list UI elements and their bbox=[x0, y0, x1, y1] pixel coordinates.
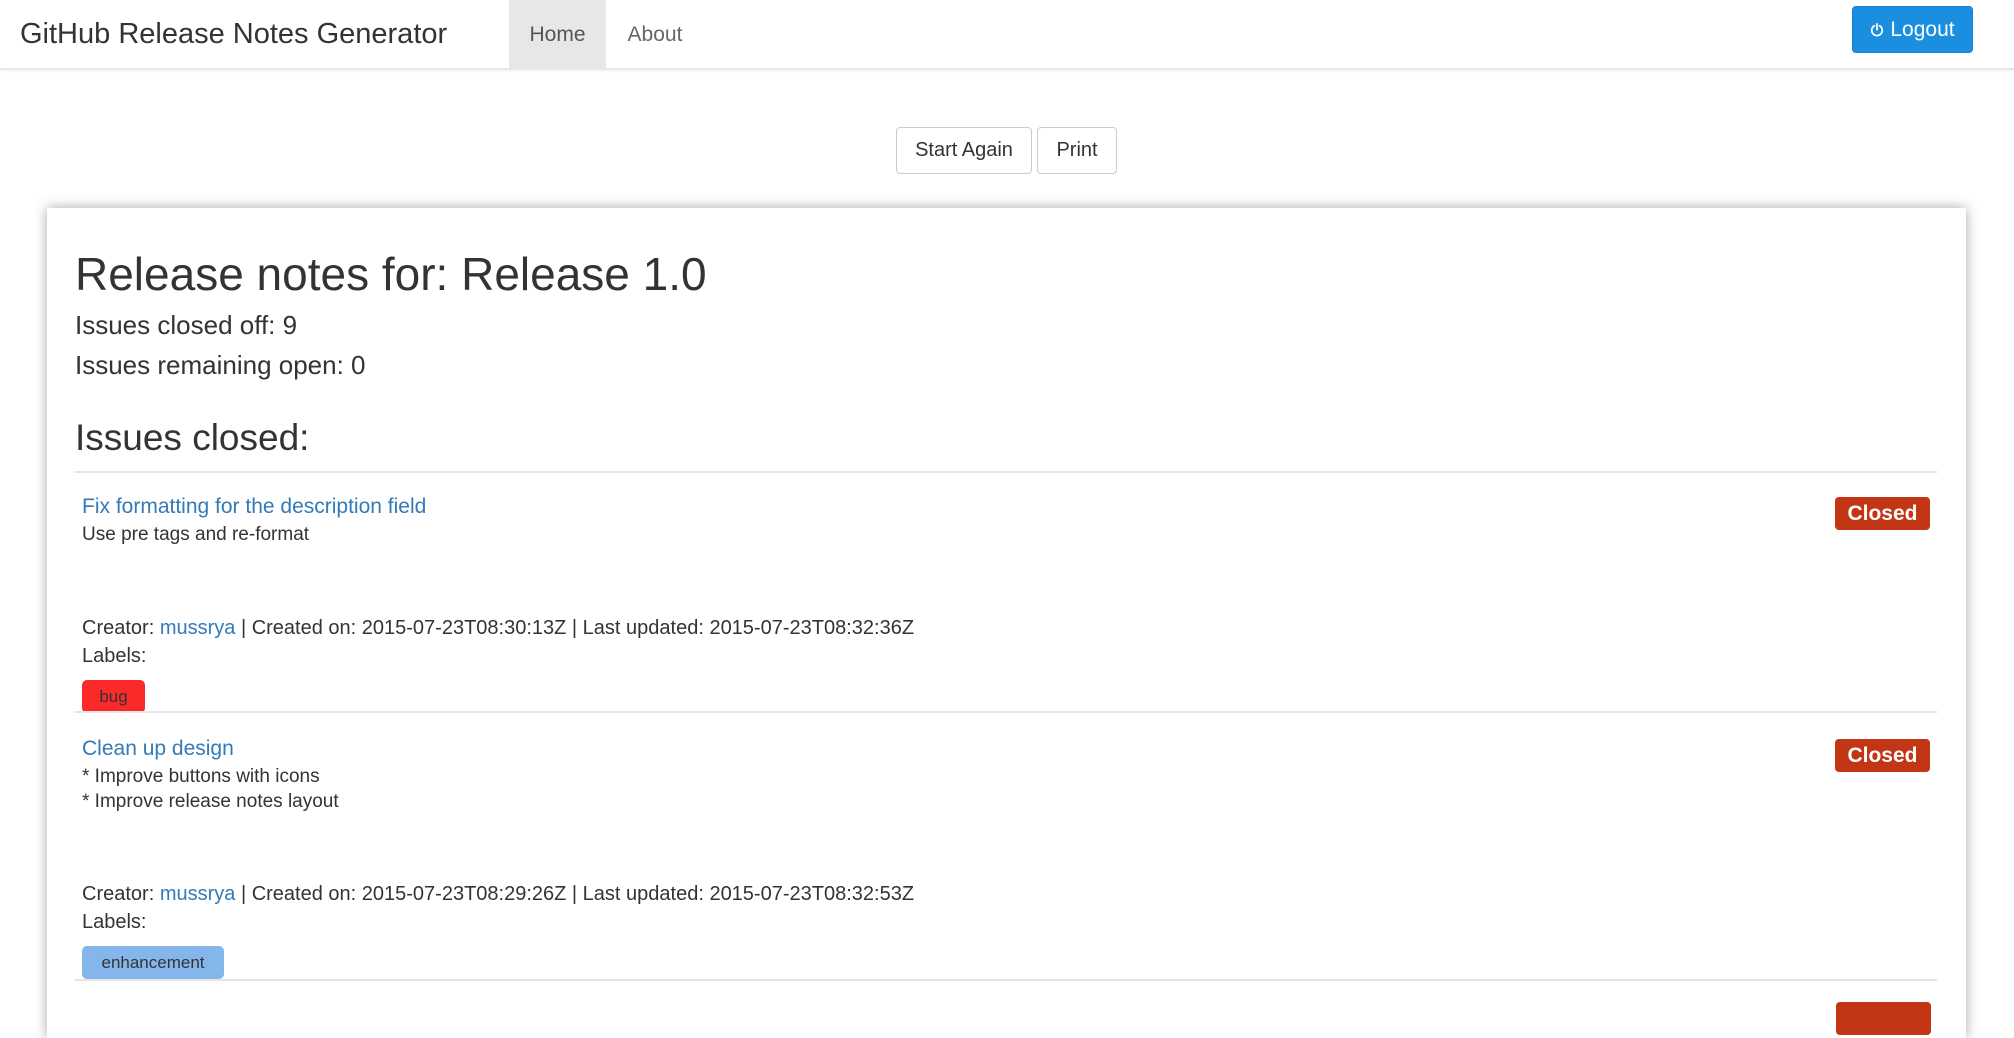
labels-caption: Labels: bbox=[82, 911, 147, 933]
creator-link[interactable]: mussrya bbox=[160, 883, 236, 905]
start-again-button[interactable]: Start Again bbox=[896, 127, 1032, 174]
issue-description-line: * Improve buttons with icons bbox=[82, 766, 320, 787]
labels-caption: Labels: bbox=[82, 645, 147, 667]
issue-dates: | Created on: 2015-07-23T08:29:26Z | Las… bbox=[240, 883, 915, 905]
print-button[interactable]: Print bbox=[1037, 127, 1117, 174]
status-badge: Closed bbox=[1835, 497, 1930, 530]
tab-about[interactable]: About bbox=[607, 0, 703, 70]
issue-title-link[interactable]: Fix formatting for the description field bbox=[82, 493, 426, 521]
label-badge-bug[interactable]: bug bbox=[82, 680, 145, 713]
power-icon bbox=[1871, 23, 1884, 37]
release-title: Release notes for: Release 1.0 bbox=[75, 248, 707, 300]
creator-link[interactable]: mussrya bbox=[160, 617, 236, 639]
creator-label: Creator: bbox=[82, 883, 155, 905]
top-navbar: GitHub Release Notes Generator Home Abou… bbox=[0, 0, 2014, 70]
issue-meta: Creator: mussrya | Created on: 2015-07-2… bbox=[82, 615, 914, 642]
issues-closed-count: Issues closed off: 9 bbox=[75, 310, 298, 340]
issue-title-link[interactable]: Clean up design bbox=[82, 735, 234, 763]
issue-item: Clean up design * Improve buttons with i… bbox=[75, 735, 1937, 1035]
issue-description: Use pre tags and re-format bbox=[82, 524, 310, 545]
issues-closed-heading: Issues closed: bbox=[75, 417, 310, 458]
divider bbox=[75, 471, 1937, 473]
status-badge: Closed bbox=[1835, 739, 1930, 772]
app-brand[interactable]: GitHub Release Notes Generator bbox=[20, 16, 447, 52]
logout-button[interactable]: Logout bbox=[1852, 6, 1973, 53]
tab-home[interactable]: Home bbox=[509, 0, 606, 70]
divider bbox=[75, 711, 1937, 713]
issue-dates: | Created on: 2015-07-23T08:30:13Z | Las… bbox=[240, 617, 915, 639]
status-badge-partial bbox=[1836, 1002, 1931, 1035]
issues-open-count: Issues remaining open: 0 bbox=[75, 350, 366, 380]
issue-description-line: * Improve release notes layout bbox=[82, 791, 339, 812]
divider bbox=[75, 979, 1937, 981]
creator-label: Creator: bbox=[82, 617, 155, 639]
label-badge-enhancement[interactable]: enhancement bbox=[82, 946, 224, 979]
logout-label: Logout bbox=[1890, 18, 1955, 41]
release-notes-panel: Release notes for: Release 1.0 Issues cl… bbox=[47, 208, 1966, 1038]
issue-meta: Creator: mussrya | Created on: 2015-07-2… bbox=[82, 881, 914, 908]
